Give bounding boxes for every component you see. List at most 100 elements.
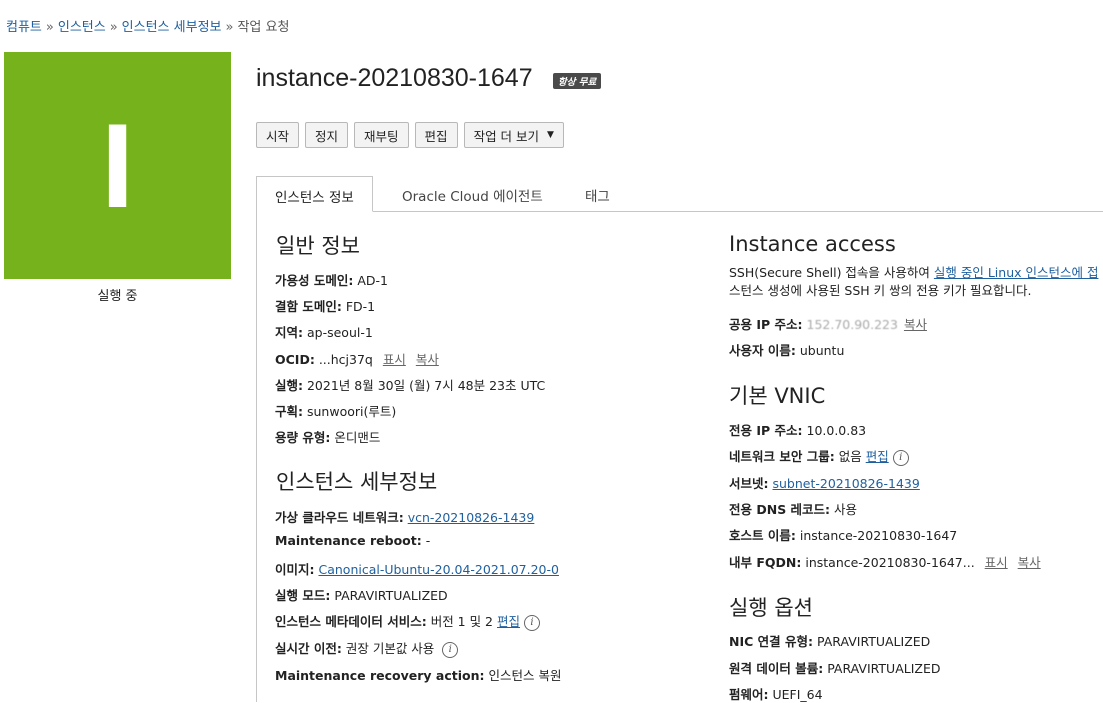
field-value: sunwoori(루트) xyxy=(306,404,397,419)
capacity-type-row: 용량 유형: 온디맨드 xyxy=(275,427,380,446)
general-info-title: 일반 정보 xyxy=(276,234,360,258)
public-ip-copy-link[interactable]: 복사 xyxy=(904,317,927,332)
breadcrumb-current: 작업 요청 xyxy=(237,20,290,35)
field-value: UEFI_64 xyxy=(772,687,823,702)
edit-button[interactable]: 편집 xyxy=(414,122,458,148)
ocid-show-link[interactable]: 표시 xyxy=(383,352,406,367)
firmware-row: 펌웨어: UEFI_64 xyxy=(729,684,823,703)
field-value: 권장 기본값 사용 xyxy=(345,641,435,656)
field-value: 버전 1 및 2 xyxy=(430,614,494,629)
instance-status-tile: I xyxy=(4,52,231,279)
reboot-button[interactable]: 재부팅 xyxy=(354,122,409,148)
field-value: instance-20210830-1647... xyxy=(805,555,975,570)
field-label: 결함 도메인: xyxy=(275,299,342,314)
subnet-link[interactable]: subnet-20210826-1439 xyxy=(772,476,919,491)
field-label: 사용자 이름: xyxy=(729,343,796,358)
fqdn-copy-link[interactable]: 복사 xyxy=(1018,555,1041,570)
field-label: 지역: xyxy=(275,325,303,340)
ssh-description-text-2: 스턴스 생성에 사용된 SSH 키 쌍의 전용 키가 필요합니다. xyxy=(729,283,1032,298)
vcn-row: 가상 클라우드 네트워크: vcn-20210826-1439 xyxy=(275,507,534,526)
maintenance-recovery-row: Maintenance recovery action: 인스턴스 복원 xyxy=(275,665,561,684)
field-value: instance-20210830-1647 xyxy=(799,528,958,543)
field-label: 인스턴스 메타데이터 서비스: xyxy=(275,614,427,629)
info-icon[interactable]: i xyxy=(892,449,909,466)
breadcrumb-instance-details[interactable]: 인스턴스 세부정보 xyxy=(122,20,222,35)
launch-options-title: 실행 옵션 xyxy=(729,596,813,620)
private-ip-row: 전용 IP 주소: 10.0.0.83 xyxy=(729,420,866,439)
subnet-row: 서브넷: subnet-20210826-1439 xyxy=(729,473,920,492)
nsg-edit-link[interactable]: 편집 xyxy=(866,449,889,464)
breadcrumb-separator: » xyxy=(225,20,234,35)
ocid-row: OCID: ...hcj37q 표시 복사 xyxy=(275,349,439,368)
field-value: 온디맨드 xyxy=(334,430,381,445)
field-value: 없음 xyxy=(838,449,862,464)
breadcrumb-compute[interactable]: 컴퓨트 xyxy=(6,20,42,35)
fault-domain-row: 결함 도메인: FD-1 xyxy=(275,296,375,315)
field-label: 공용 IP 주소: xyxy=(729,317,803,332)
launch-mode-row: 실행 모드: PARAVIRTUALIZED xyxy=(275,585,448,604)
field-label: NIC 연결 유형: xyxy=(729,634,813,649)
field-value: AD-1 xyxy=(357,273,388,288)
public-ip-row: 공용 IP 주소: 152.70.90.223 복사 xyxy=(729,314,927,333)
field-label: 용량 유형: xyxy=(275,430,331,445)
start-button[interactable]: 시작 xyxy=(256,122,300,148)
ocid-copy-link[interactable]: 복사 xyxy=(416,352,439,367)
nic-attachment-row: NIC 연결 유형: PARAVIRTUALIZED xyxy=(729,631,930,650)
remote-volume-row: 원격 데이터 볼륨: PARAVIRTUALIZED xyxy=(729,658,941,677)
field-value: FD-1 xyxy=(345,299,376,314)
field-label: 전용 IP 주소: xyxy=(729,423,803,438)
field-value: ubuntu xyxy=(799,343,845,358)
field-label: Maintenance reboot: xyxy=(275,533,422,548)
compartment-row: 구획: sunwoori(루트) xyxy=(275,401,396,420)
metadata-edit-link[interactable]: 편집 xyxy=(497,614,520,629)
breadcrumb-instances[interactable]: 인스턴스 xyxy=(58,20,106,35)
tab-bar: 인스턴스 정보 Oracle Cloud 에이전트 태그 xyxy=(256,176,1103,212)
fqdn-show-link[interactable]: 표시 xyxy=(985,555,1008,570)
availability-domain-row: 가용성 도메인: AD-1 xyxy=(275,270,388,289)
field-label: 호스트 이름: xyxy=(729,528,796,543)
instance-icon: I xyxy=(100,98,135,233)
field-value: 2021년 8월 30일 (월) 7시 48분 23초 UTC xyxy=(306,378,546,393)
live-migration-row: 실시간 이전: 권장 기본값 사용 i xyxy=(275,638,459,658)
instance-access-title: Instance access xyxy=(729,232,896,256)
field-label: 이미지: xyxy=(275,562,315,577)
field-label: 펌웨어: xyxy=(729,687,769,702)
field-label: OCID: xyxy=(275,352,315,367)
field-value: PARAVIRTUALIZED xyxy=(334,588,448,603)
page-title: instance-20210830-1647 xyxy=(256,64,533,92)
tab-oracle-cloud-agent[interactable]: Oracle Cloud 에이전트 xyxy=(384,176,561,211)
region-row: 지역: ap-seoul-1 xyxy=(275,322,373,341)
dns-record-row: 전용 DNS 레코드: 사용 xyxy=(729,499,857,518)
info-icon[interactable]: i xyxy=(524,614,541,631)
breadcrumb-separator: » xyxy=(109,20,118,35)
stop-button[interactable]: 정지 xyxy=(305,122,349,148)
image-link[interactable]: Canonical-Ubuntu-20.04-2021.07.20-0 xyxy=(318,562,558,577)
field-label: 서브넷: xyxy=(729,476,769,491)
internal-fqdn-row: 내부 FQDN: instance-20210830-1647... 표시 복사 xyxy=(729,552,1041,571)
vcn-link[interactable]: vcn-20210826-1439 xyxy=(408,510,535,525)
instance-details-title: 인스턴스 세부정보 xyxy=(276,470,438,494)
field-value: 사용 xyxy=(834,502,858,517)
tab-tags[interactable]: 태그 xyxy=(567,176,628,211)
field-value: 10.0.0.83 xyxy=(806,423,867,438)
linux-connect-link[interactable]: 실행 중인 Linux 인스턴스에 접 xyxy=(934,265,1099,280)
field-label: 구획: xyxy=(275,404,303,419)
metadata-service-row: 인스턴스 메타데이터 서비스: 버전 1 및 2 편집 i xyxy=(275,611,541,631)
field-label: 실행 모드: xyxy=(275,588,331,603)
field-label: 내부 FQDN: xyxy=(729,555,802,570)
action-toolbar: 시작 정지 재부팅 편집 작업 더 보기 ▼ xyxy=(256,122,564,148)
field-label: Maintenance recovery action: xyxy=(275,668,485,683)
ssh-description: SSH(Secure Shell) 접속을 사용하여 실행 중인 Linux 인… xyxy=(729,264,1103,300)
field-label: 가상 클라우드 네트워크: xyxy=(275,510,404,525)
image-row: 이미지: Canonical-Ubuntu-20.04-2021.07.20-0 xyxy=(275,559,559,578)
more-actions-button[interactable]: 작업 더 보기 ▼ xyxy=(463,122,564,148)
caret-down-icon: ▼ xyxy=(547,130,554,140)
field-label: 네트워크 보안 그룹: xyxy=(729,449,835,464)
info-icon[interactable]: i xyxy=(442,641,459,658)
maintenance-reboot-row: Maintenance reboot: - xyxy=(275,533,430,548)
field-value: ap-seoul-1 xyxy=(306,325,373,340)
breadcrumb: 컴퓨트» 인스턴스» 인스턴스 세부정보» 작업 요청 xyxy=(6,16,289,35)
tab-instance-info[interactable]: 인스턴스 정보 xyxy=(256,176,373,212)
field-label: 원격 데이터 볼륨: xyxy=(729,661,824,676)
breadcrumb-separator: » xyxy=(45,20,54,35)
